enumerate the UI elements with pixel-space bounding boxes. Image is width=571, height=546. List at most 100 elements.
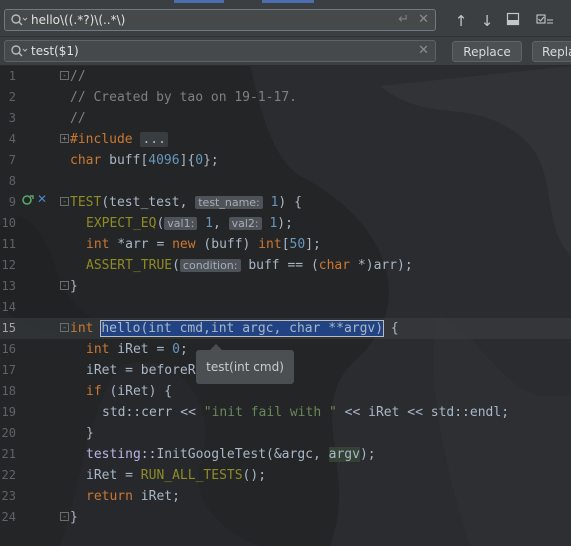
code-line: std::cerr << "init fail with " << iRet <… [102, 402, 509, 423]
replace-field[interactable]: test($1) ✕ [4, 40, 436, 62]
keyword: int [70, 321, 94, 336]
run-test-icon[interactable] [22, 194, 34, 209]
code-text: [ [281, 237, 290, 252]
fold-marker-icon[interactable]: - [60, 512, 69, 521]
code-text: (test_test, [101, 195, 196, 210]
search-icon[interactable] [10, 44, 28, 58]
line-number: 23 [1, 489, 16, 503]
replace-button[interactable]: Replace [452, 41, 522, 62]
previous-occurrence-icon[interactable]: ↑ [452, 12, 470, 30]
new-line-icon[interactable]: ↵ [398, 12, 409, 27]
keyword: char [70, 153, 102, 168]
code-line: testing::InitGoogleTest(&argc, argv); [86, 444, 376, 465]
line-number: 9 [8, 195, 16, 209]
keyword: int [258, 237, 282, 252]
fold-marker-icon[interactable]: - [60, 71, 69, 80]
code-line: EXPECT_EQ(val1: 1, val2: 1); [86, 213, 293, 234]
namespace: std:: [430, 405, 470, 420]
fold-marker-icon[interactable]: - [60, 281, 69, 290]
code-line: } [86, 423, 94, 444]
replace-input[interactable]: test($1) [31, 44, 79, 58]
line-number: 16 [1, 342, 16, 356]
code-text: << iRet << [336, 405, 431, 420]
code-line: } [70, 276, 78, 297]
replace-all-button[interactable]: Repla [532, 41, 571, 62]
line-number: 20 [1, 426, 16, 440]
code-text: { [383, 321, 399, 336]
gutter: 1 2 3 4 7 8 9 10 11 12 13 14 15 16 17 18… [0, 66, 60, 546]
line-number: 21 [1, 447, 16, 461]
parameter-hint: val1: [164, 217, 198, 230]
next-occurrence-icon[interactable]: ↓ [478, 12, 496, 30]
code-line: TEST(test_test, test_name: 1) { [70, 192, 302, 213]
code-text: buff[ [101, 153, 149, 168]
line-number: 10 [1, 216, 16, 230]
parameter-hint: val2: [228, 217, 262, 230]
code-line: // [70, 108, 86, 129]
clear-icon[interactable]: ✕ [418, 12, 429, 27]
code-text: (iRet) { [101, 384, 173, 399]
usage-highlight: argv [328, 447, 360, 462]
code-text: } [70, 279, 78, 294]
fold-marker-icon[interactable]: + [60, 134, 69, 143]
line-number: 3 [8, 111, 16, 125]
line-number: 17 [1, 363, 16, 377]
code-line: int iRet = 0; [86, 339, 188, 360]
code-text: iRet = [86, 468, 141, 483]
code-line: int *arr = new (buff) int[50]; [86, 234, 321, 255]
code-editor[interactable]: 1 2 3 4 7 8 9 10 11 12 13 14 15 16 17 18… [0, 66, 571, 546]
debug-test-icon[interactable]: ✕ [37, 192, 47, 206]
fold-marker-icon[interactable]: - [60, 323, 69, 332]
code-text: *arr = [109, 237, 173, 252]
search-options-icon[interactable] [536, 12, 554, 30]
search-icon[interactable] [10, 13, 28, 27]
macro: TEST [70, 195, 102, 210]
keyword: return [86, 489, 133, 504]
code-text: } [86, 426, 94, 441]
keyword: char [318, 258, 351, 273]
code-text: } [70, 510, 78, 525]
code-text: ) { [278, 195, 302, 210]
select-all-occurrences-icon[interactable] [504, 12, 522, 30]
parameter-hint: condition: [179, 259, 241, 272]
code-text: ]; [305, 237, 321, 252]
number: 1 [205, 216, 213, 231]
replace-bar: test($1) ✕ Replace Repla [0, 37, 571, 66]
clear-icon[interactable]: ✕ [418, 43, 429, 58]
parameter-hint: test_name: [195, 196, 263, 209]
code-text: }; [203, 153, 219, 168]
find-input[interactable]: hello\((.*?)\(..*\) [31, 13, 125, 27]
number: 0 [172, 342, 180, 357]
code-line: // Created by tao on 19-1-17. [70, 87, 297, 108]
fold-marker-icon[interactable]: - [60, 197, 69, 206]
search-match-highlight[interactable]: hello(int cmd,int argc, char **argv) [100, 320, 385, 337]
line-number: 1 [8, 69, 16, 83]
code-line: #include ... [70, 129, 168, 150]
keyword: int [86, 237, 110, 252]
code-text: ); [359, 447, 376, 462]
comment: // [70, 111, 86, 126]
folded-region[interactable]: ... [140, 132, 168, 147]
line-number: 14 [1, 300, 16, 314]
find-field[interactable]: hello\((.*?)\(..*\) ↵ ✕ [4, 9, 436, 31]
keyword: new [172, 237, 196, 252]
line-number: 11 [1, 237, 16, 251]
code-text: endl; [469, 405, 510, 420]
selected-match-text: hello(int cmd,int argc, char **argv) [101, 321, 384, 336]
keyword: #include [70, 132, 133, 147]
line-number: 12 [1, 258, 16, 272]
line-number: 13 [1, 279, 16, 293]
line-number: 2 [8, 90, 16, 104]
macro: EXPECT_EQ [86, 216, 157, 231]
line-number: 8 [8, 174, 16, 188]
replace-preview-tooltip: test(int cmd) [196, 344, 294, 384]
code-text: (); [242, 468, 267, 483]
code-line: iRet = RUN_ALL_TESTS(); [86, 465, 266, 486]
code-text: iRet = [109, 342, 173, 357]
code-text: iRet = beforeRun [86, 363, 212, 378]
code-line: return iRet; [86, 486, 180, 507]
namespace: std:: [102, 405, 142, 420]
number: 0 [195, 153, 204, 168]
macro: RUN_ALL_TESTS [140, 468, 243, 483]
code-text: ); [277, 216, 293, 231]
